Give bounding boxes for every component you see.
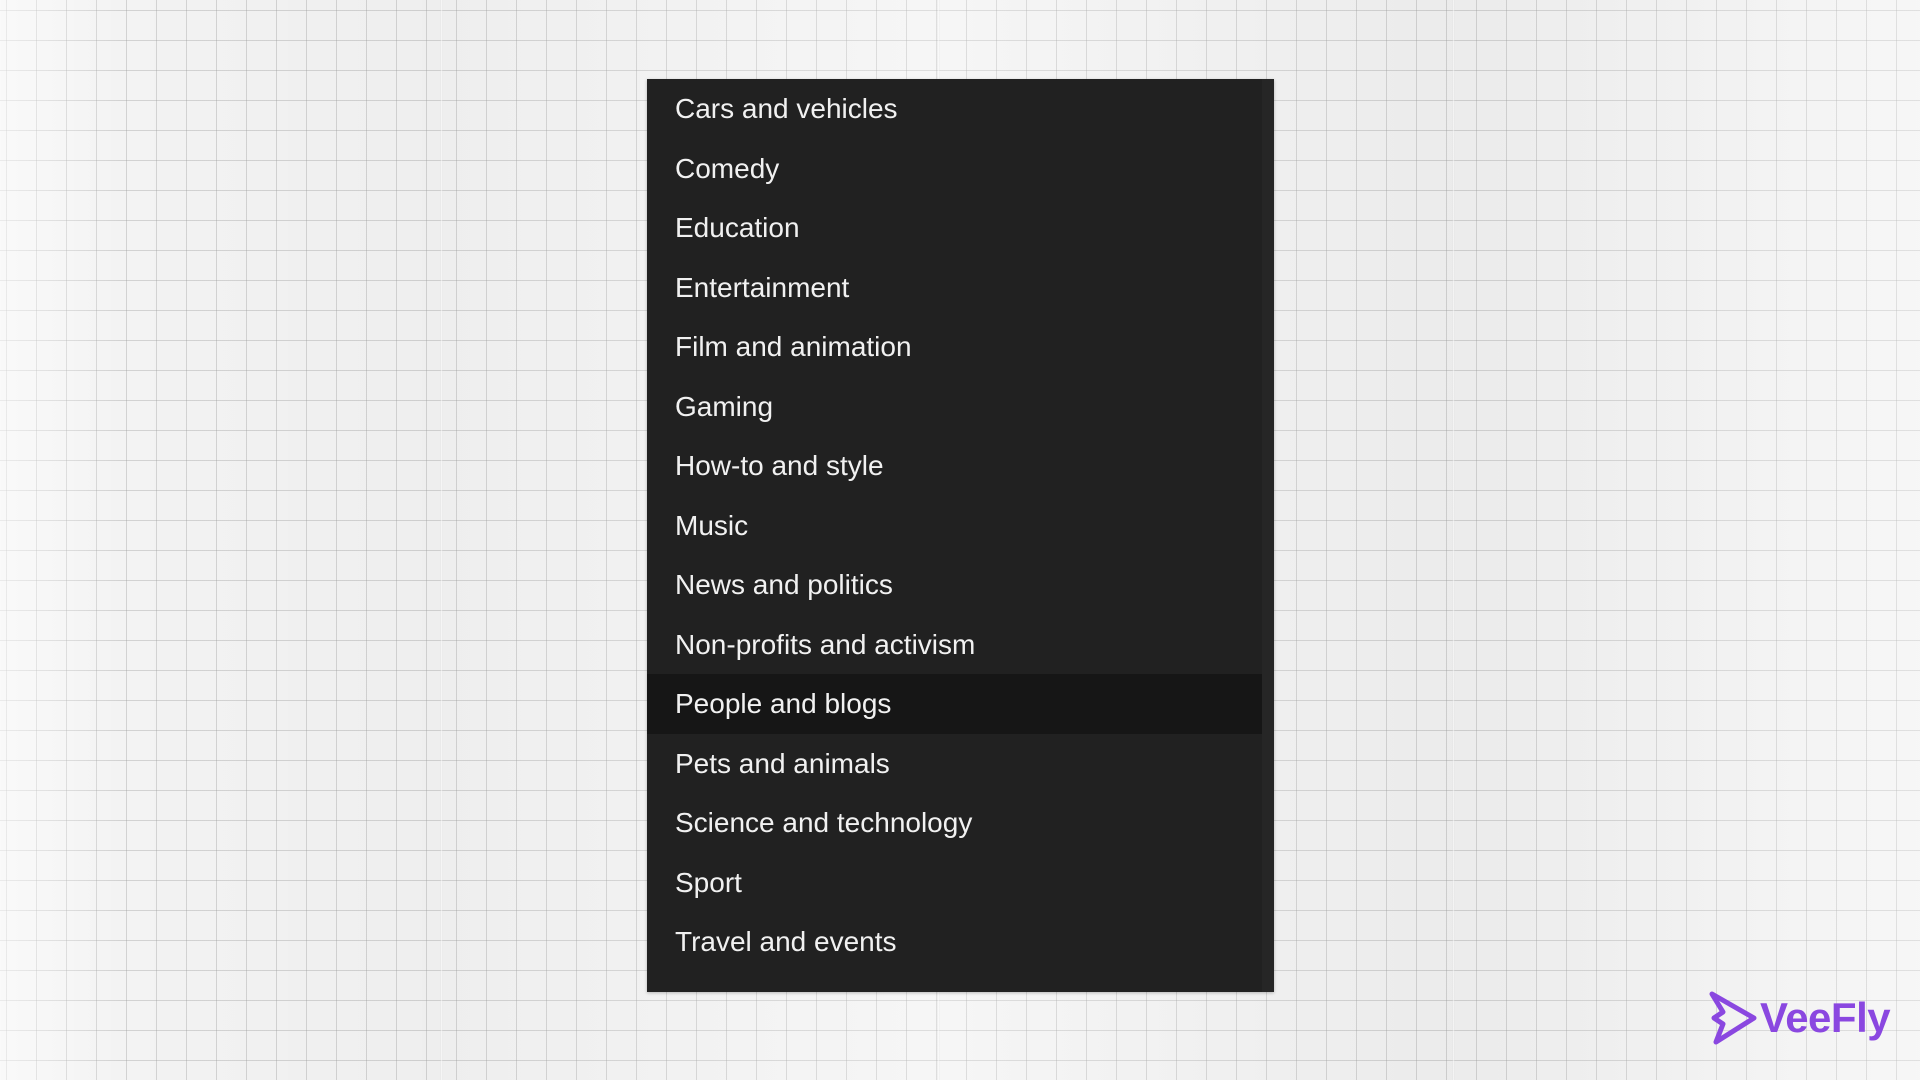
category-dropdown-menu[interactable]: Cars and vehicles Comedy Education Enter… [647, 79, 1274, 992]
menu-scrollbar-track[interactable] [1262, 79, 1274, 992]
category-option-how-to-and-style[interactable]: How-to and style [647, 436, 1262, 496]
paper-fold-line [440, 0, 443, 1080]
category-option-entertainment[interactable]: Entertainment [647, 258, 1262, 318]
category-option-film-and-animation[interactable]: Film and animation [647, 317, 1262, 377]
category-option-education[interactable]: Education [647, 198, 1262, 258]
veefly-watermark: VeeFly [1706, 989, 1891, 1047]
category-option-sport[interactable]: Sport [647, 853, 1262, 913]
watermark-brand-text: VeeFly [1760, 994, 1891, 1041]
category-option-music[interactable]: Music [647, 496, 1262, 556]
category-list: Cars and vehicles Comedy Education Enter… [647, 79, 1262, 972]
category-option-science-and-technology[interactable]: Science and technology [647, 793, 1262, 853]
category-option-gaming[interactable]: Gaming [647, 377, 1262, 437]
category-option-travel-and-events[interactable]: Travel and events [647, 912, 1262, 972]
paper-fold-line [1452, 0, 1455, 1080]
category-option-cars-and-vehicles[interactable]: Cars and vehicles [647, 79, 1262, 139]
category-option-non-profits-and-activism[interactable]: Non-profits and activism [647, 615, 1262, 675]
veefly-logo-icon [1709, 991, 1757, 1045]
category-option-pets-and-animals[interactable]: Pets and animals [647, 734, 1262, 794]
category-option-comedy[interactable]: Comedy [647, 139, 1262, 199]
category-option-people-and-blogs[interactable]: People and blogs [647, 674, 1262, 734]
category-option-news-and-politics[interactable]: News and politics [647, 555, 1262, 615]
